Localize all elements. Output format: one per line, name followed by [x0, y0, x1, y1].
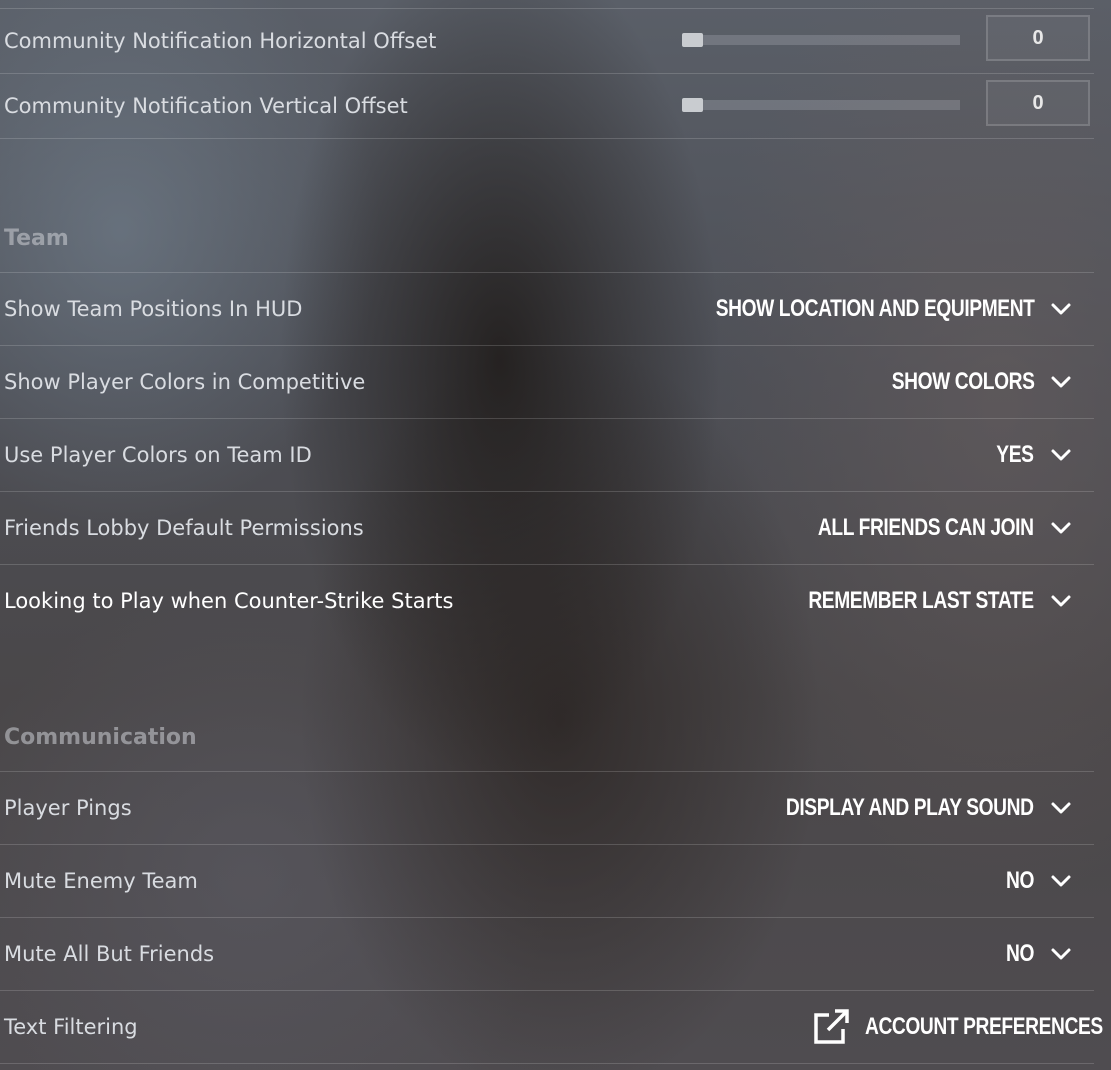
setting-label: Show Player Colors in Competitive [4, 370, 366, 394]
setting-row-mute-all-but-friends: Mute All But Friends NO [0, 918, 1094, 991]
horizontal-offset-slider[interactable] [682, 33, 960, 47]
chevron-down-icon [1051, 802, 1071, 814]
section-header-communication: Communication [4, 725, 197, 750]
section-header-team: Team [4, 226, 69, 251]
player-colors-dropdown[interactable]: SHOW COLORS [856, 368, 1073, 396]
account-preferences-label: ACCOUNT PREFERENCES [865, 1013, 1103, 1040]
looking-to-play-dropdown[interactable]: REMEMBER LAST STATE [752, 587, 1072, 615]
dropdown-value: NO [1006, 867, 1034, 894]
setting-label: Use Player Colors on Team ID [4, 443, 312, 467]
setting-row-team-id-colors: Use Player Colors on Team ID YES [0, 419, 1094, 492]
setting-row-team-positions: Show Team Positions In HUD SHOW LOCATION… [0, 273, 1094, 346]
chevron-down-icon [1051, 595, 1071, 607]
setting-row-looking-to-play: Looking to Play when Counter-Strike Star… [0, 565, 1094, 637]
team-id-colors-dropdown[interactable]: YES [987, 441, 1072, 469]
setting-row-player-pings: Player Pings DISPLAY AND PLAY SOUND [0, 772, 1094, 845]
chevron-down-icon [1051, 875, 1071, 887]
setting-row-horizontal-offset: Community Notification Horizontal Offset… [0, 9, 1094, 74]
mute-all-but-friends-dropdown[interactable]: NO [999, 940, 1072, 968]
setting-label: Text Filtering [4, 1015, 138, 1039]
setting-label: Player Pings [4, 796, 132, 820]
setting-row-mute-enemy: Mute Enemy Team NO [0, 845, 1094, 918]
chevron-down-icon [1051, 303, 1071, 315]
setting-row-vertical-offset: Community Notification Vertical Offset 0 [0, 74, 1094, 139]
vertical-offset-slider[interactable] [682, 98, 960, 112]
setting-label: Mute Enemy Team [4, 869, 198, 893]
setting-label: Friends Lobby Default Permissions [4, 516, 364, 540]
setting-label: Community Notification Vertical Offset [4, 94, 408, 118]
vertical-offset-input[interactable]: 0 [986, 80, 1090, 126]
dropdown-value: ALL FRIENDS CAN JOIN [818, 514, 1034, 541]
setting-label: Mute All But Friends [4, 942, 215, 966]
dropdown-value: REMEMBER LAST STATE [808, 587, 1035, 614]
dropdown-value: SHOW LOCATION AND EQUIPMENT [715, 295, 1034, 322]
external-link-icon [814, 1009, 849, 1044]
player-pings-dropdown[interactable]: DISPLAY AND PLAY SOUND [724, 794, 1072, 822]
setting-label: Show Team Positions In HUD [4, 297, 303, 321]
dropdown-value: SHOW COLORS [891, 368, 1034, 395]
chevron-down-icon [1051, 449, 1071, 461]
dropdown-value: NO [1006, 940, 1034, 967]
chevron-down-icon [1051, 522, 1071, 534]
chevron-down-icon [1051, 376, 1071, 388]
setting-row-player-colors: Show Player Colors in Competitive SHOW C… [0, 346, 1094, 419]
dropdown-value: DISPLAY AND PLAY SOUND [786, 794, 1034, 821]
setting-label: Community Notification Horizontal Offset [4, 29, 437, 53]
setting-row-lobby-permissions: Friends Lobby Default Permissions ALL FR… [0, 492, 1094, 565]
horizontal-offset-input[interactable]: 0 [986, 15, 1090, 61]
setting-label: Looking to Play when Counter-Strike Star… [4, 589, 454, 613]
slider-thumb[interactable] [682, 98, 703, 112]
account-preferences-button[interactable]: ACCOUNT PREFERENCES [811, 1007, 1103, 1047]
lobby-permissions-dropdown[interactable]: ALL FRIENDS CAN JOIN [764, 514, 1072, 542]
slider-thumb[interactable] [682, 33, 703, 47]
team-positions-dropdown[interactable]: SHOW LOCATION AND EQUIPMENT [636, 295, 1072, 323]
chevron-down-icon [1051, 948, 1071, 960]
setting-row-text-filtering: Text Filtering ACCOUNT PREFERENCES [0, 991, 1103, 1064]
dropdown-value: YES [996, 441, 1035, 468]
mute-enemy-dropdown[interactable]: NO [999, 867, 1072, 895]
